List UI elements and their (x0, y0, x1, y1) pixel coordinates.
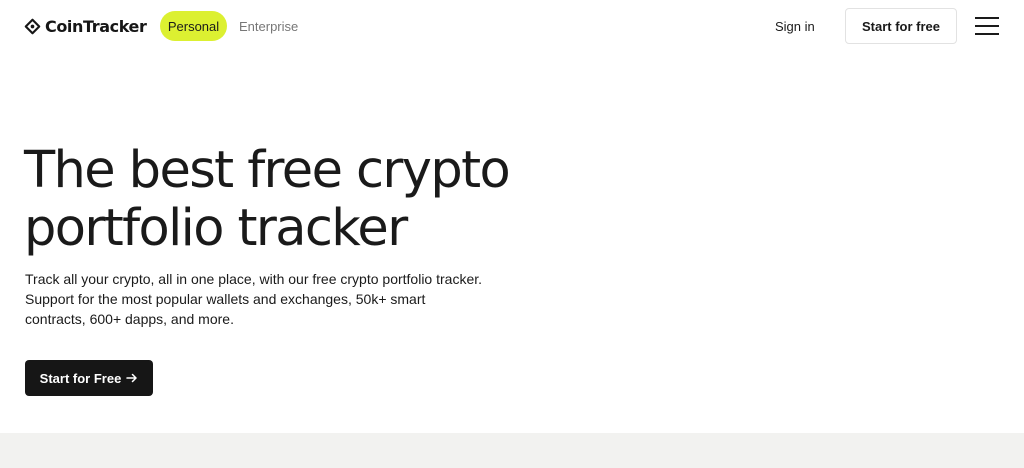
nav-tab-enterprise[interactable]: Enterprise (239, 11, 298, 41)
hero-subtitle-line-2: Support for the most popular wallets and… (25, 291, 426, 307)
hero-subtitle-line-1: Track all your crypto, all in one place,… (25, 271, 483, 287)
hamburger-menu-icon[interactable] (975, 16, 999, 36)
header-start-for-free-button[interactable]: Start for free (845, 8, 957, 44)
menu-bar (975, 25, 999, 27)
page: CoinTracker Personal Enterprise Sign in … (0, 0, 1024, 468)
nav-tab-personal[interactable]: Personal (160, 11, 227, 41)
hero-title: The best free crypto portfolio tracker (24, 142, 584, 258)
arrow-right-icon (126, 373, 138, 383)
hero-title-line-2: portfolio tracker (24, 199, 408, 258)
menu-bar (975, 17, 999, 19)
sign-in-link[interactable]: Sign in (775, 11, 815, 41)
hero-cta-label: Start for Free (39, 370, 122, 386)
hero-start-for-free-button[interactable]: Start for Free (25, 360, 153, 396)
cointracker-logo-icon (24, 18, 41, 34)
hero-title-line-1: The best free crypto (24, 141, 511, 200)
hero-subtitle: Track all your crypto, all in one place,… (25, 269, 525, 329)
hero-subtitle-line-3: contracts, 600+ dapps, and more. (25, 311, 234, 327)
logo[interactable]: CoinTracker (24, 14, 147, 38)
next-section-band (0, 433, 1024, 468)
logo-text: CoinTracker (45, 16, 147, 36)
menu-bar (975, 33, 999, 35)
site-header: CoinTracker Personal Enterprise Sign in … (0, 0, 1024, 52)
